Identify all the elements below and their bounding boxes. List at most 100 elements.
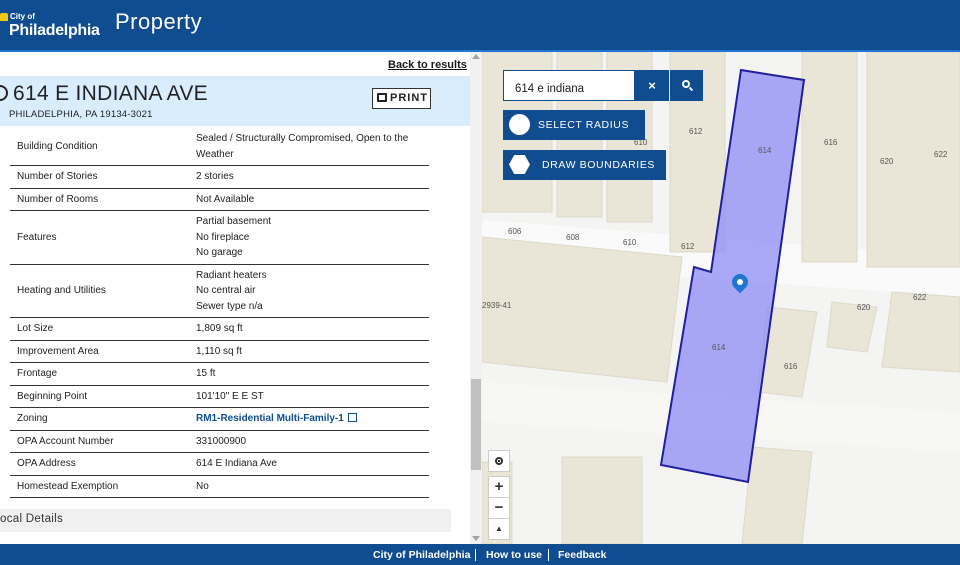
table-row: Lot Size 1,809 sq ft: [10, 317, 429, 341]
row-label: Number of Rooms: [10, 188, 189, 211]
row-value-line: 15 ft: [196, 366, 429, 382]
parcel-label: 606: [508, 227, 522, 236]
property-panel: Back to results 614 E INDIANA AVE PHILAD…: [0, 52, 482, 544]
row-label: Lot Size: [10, 317, 189, 341]
select-radius-button[interactable]: SELECT RADIUS: [503, 110, 645, 140]
row-value: 614 E Indiana Ave: [189, 452, 429, 476]
address-subtitle: PHILADELPHIA, PA 19134-3021: [9, 109, 153, 120]
logo-small-text: City of: [10, 12, 35, 21]
property-details-table: Building Condition Sealed / Structurally …: [10, 128, 429, 498]
address-search-input[interactable]: [503, 70, 635, 101]
row-label: Frontage: [10, 362, 189, 386]
row-label: Improvement Area: [10, 340, 189, 363]
row-value-text: 331000900: [196, 435, 247, 447]
parcel-label: 612: [689, 127, 703, 136]
liberty-bell-icon: [0, 13, 8, 21]
clear-search-button[interactable]: ×: [635, 70, 669, 101]
row-value-text: Radiant heaters: [196, 269, 267, 281]
row-label: OPA Address: [10, 452, 189, 476]
map-view[interactable]: 612 614 616 620 622 610 606 608 610 612 …: [482, 52, 960, 544]
footer-link-feedback[interactable]: Feedback: [558, 549, 606, 561]
row-value: 331000900: [189, 430, 429, 453]
parcel-label: 622: [913, 293, 927, 302]
zoom-out-button[interactable]: −: [488, 497, 510, 519]
table-row: Improvement Area 1,110 sq ft: [10, 340, 429, 363]
compass-button[interactable]: ▲: [488, 518, 510, 540]
row-value-line: Sewer type n/a: [196, 299, 429, 315]
hexagon-icon: [509, 155, 530, 174]
zoom-in-button[interactable]: +: [488, 476, 510, 498]
row-value-text: 614 E Indiana Ave: [196, 458, 277, 469]
parcel-label: 614: [712, 343, 726, 352]
row-value-text: 2 stories: [196, 171, 234, 182]
search-button[interactable]: [670, 70, 703, 101]
circle-icon: [509, 114, 530, 135]
app-footer: City of Philadelphia How to use Feedback: [0, 544, 960, 565]
row-value-line: 1,110 sq ft: [196, 344, 429, 360]
draw-boundaries-label: DRAW BOUNDARIES: [542, 159, 656, 171]
row-label: Beginning Point: [10, 385, 189, 408]
scroll-down-arrow-icon[interactable]: [472, 536, 480, 541]
row-value-line: Weather: [196, 147, 429, 163]
row-value-text: 1,110 sq ft: [196, 345, 242, 357]
external-link-icon: [347, 413, 357, 422]
row-label: Features: [10, 210, 189, 265]
row-value-text: RM1-Residential Multi-Family-1: [196, 413, 344, 424]
address-title: 614 E INDIANA AVE: [0, 82, 208, 106]
geolocate-button[interactable]: [488, 450, 510, 472]
row-value-text: Sealed / Structurally Compromised, Open …: [196, 133, 409, 144]
zoning-link[interactable]: RM1-Residential Multi-Family-1: [196, 411, 429, 427]
row-label: Homestead Exemption: [10, 475, 189, 498]
row-label: OPA Account Number: [10, 430, 189, 453]
footer-link-city[interactable]: City of Philadelphia: [373, 549, 470, 561]
row-value-line: Radiant heaters: [196, 268, 429, 284]
scrollbar-thumb[interactable]: [471, 379, 481, 470]
row-value: Sealed / Structurally Compromised, Open …: [189, 128, 429, 166]
row-value-line: No: [196, 479, 429, 495]
print-label: PRINT: [390, 92, 428, 104]
table-row: Features Partial basement No fireplace No g…: [10, 210, 429, 265]
row-value-line: 101'10" E E ST: [196, 389, 429, 405]
row-value-line: Not Available: [196, 192, 429, 208]
footer-divider: [548, 549, 549, 561]
row-value[interactable]: RM1-Residential Multi-Family-1: [189, 407, 429, 431]
map-marker-icon: [0, 85, 8, 101]
table-row: Number of Stories 2 stories: [10, 165, 429, 189]
print-button[interactable]: PRINT: [372, 88, 431, 109]
pin-center: [735, 277, 745, 287]
row-value-text: No fireplace: [196, 231, 250, 243]
row-label: Zoning: [10, 407, 189, 431]
local-details-section[interactable]: ocal Details: [0, 509, 451, 532]
row-value-line: No central air: [196, 283, 429, 299]
table-row: OPA Account Number 331000900: [10, 430, 429, 453]
table-row: Homestead Exemption No: [10, 475, 429, 498]
row-value: Radiant heaters No central air Sewer type …: [189, 264, 429, 318]
row-value: 1,809 sq ft: [189, 317, 429, 341]
back-to-results-link[interactable]: Back to results: [388, 59, 467, 71]
parcel-label: 616: [824, 138, 838, 147]
row-label: Number of Stories: [10, 165, 189, 189]
row-label: Heating and Utilities: [10, 264, 189, 318]
parcel-label: 616: [784, 362, 798, 371]
row-value: 1,110 sq ft: [189, 340, 429, 363]
printer-icon: [377, 93, 387, 102]
row-value-line: 331000900: [196, 434, 429, 450]
row-value-line: No garage: [196, 245, 429, 261]
row-value-line: No fireplace: [196, 230, 429, 246]
table-row: Building Condition Sealed / Structurally …: [10, 128, 429, 166]
row-value-text: Sewer type n/a: [196, 300, 263, 312]
row-value: 2 stories: [189, 165, 429, 189]
parcel-label: 610: [623, 238, 637, 247]
scrollbar[interactable]: [470, 52, 482, 544]
row-value-line: 2 stories: [196, 169, 429, 185]
row-value: Not Available: [189, 188, 429, 211]
table-row: Heating and Utilities Radiant heaters No c…: [10, 264, 429, 318]
row-value-text: Not Available: [196, 193, 255, 205]
footer-link-how-to-use[interactable]: How to use: [486, 549, 542, 561]
address-text: 614 E INDIANA AVE: [13, 82, 208, 105]
row-value-line: Partial basement: [196, 214, 429, 230]
scroll-up-arrow-icon[interactable]: [472, 54, 480, 59]
draw-boundaries-button[interactable]: DRAW BOUNDARIES: [503, 150, 666, 180]
row-value-text: Partial basement: [196, 216, 272, 227]
parcel-label: 622: [934, 150, 948, 159]
